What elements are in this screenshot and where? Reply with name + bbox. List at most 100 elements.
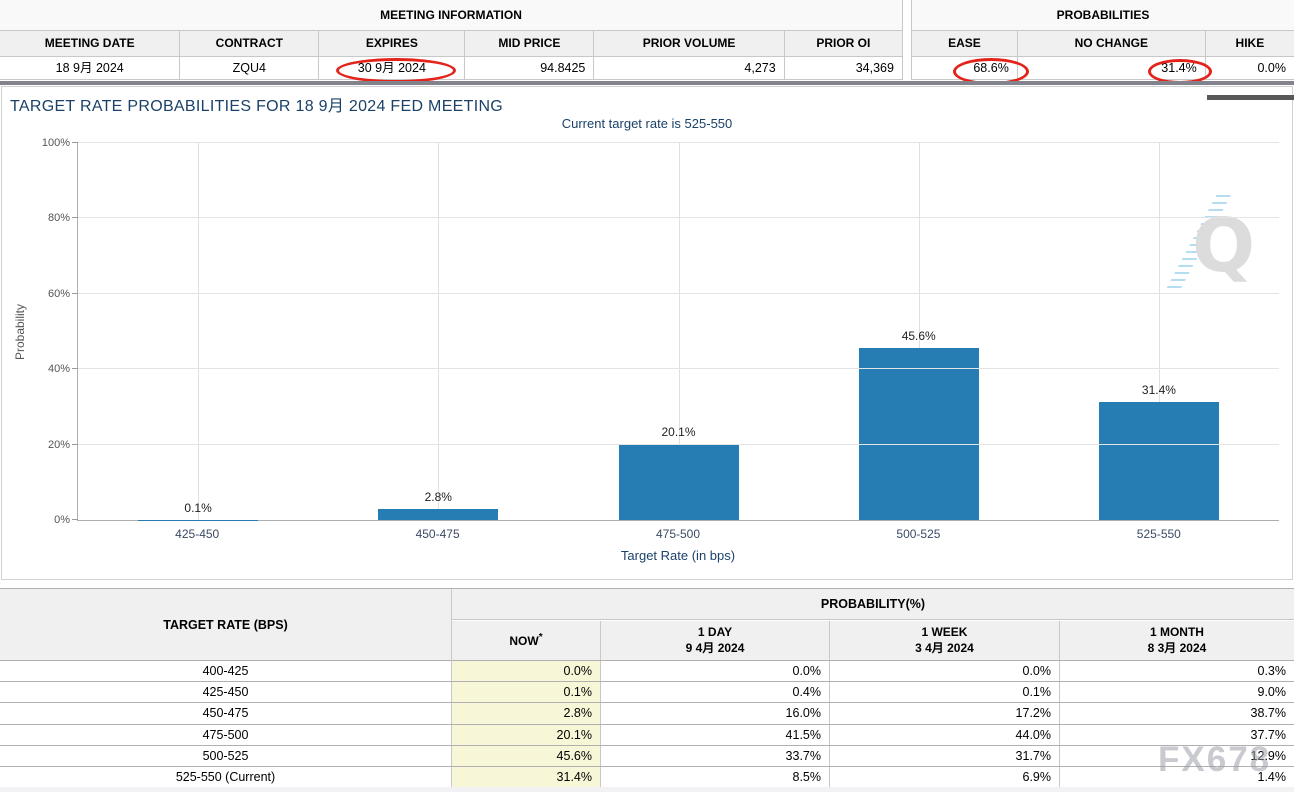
x-tick-label-525-550: 525-550 [1039, 527, 1279, 541]
probabilities-headers: EASENO CHANGEHIKE [912, 31, 1294, 57]
bar-475-500[interactable] [619, 444, 739, 520]
bar-slot-500-525: 45.6% [799, 143, 1039, 520]
bar-value-label: 2.8% [318, 490, 558, 504]
table-row-450-475: 450-4752.8%16.0%17.2%38.7% [0, 703, 1294, 724]
x-axis-title: Target Rate (in bps) [77, 548, 1279, 563]
prob-cell-0: 2.8% [452, 703, 601, 723]
prob-cell-2: 0.1% [830, 682, 1060, 702]
history-col-now: NOW* [452, 621, 601, 660]
table-row-500-525: 500-52545.6%33.7%31.7%12.9% [0, 746, 1294, 767]
prob-cell-0: 20.1% [452, 725, 601, 745]
mi-col-prior-oi: PRIOR OI [785, 31, 902, 56]
prob-cell-2: 17.2% [830, 703, 1060, 723]
prob-cell-0: 0.1% [452, 682, 601, 702]
mi-col-contract: CONTRACT [180, 31, 319, 56]
meeting-information-values: 18 9月 2024ZQU430 9月 202494.84254,27334,3… [0, 57, 902, 80]
mi-value-5: 34,369 [785, 57, 902, 79]
y-tick-label-80: 80% [12, 212, 70, 224]
x-tick-label-425-450: 425-450 [77, 527, 317, 541]
y-tick-0 [72, 519, 78, 520]
mi-col-prior-volume: PRIOR VOLUME [594, 31, 784, 56]
prob-cell-0: 0.0% [452, 661, 601, 681]
mi-value-0: 18 9月 2024 [0, 57, 180, 79]
prob-col-hike: HIKE [1206, 31, 1294, 56]
prob-cell-2: 44.0% [830, 725, 1060, 745]
prob-cell-2: 31.7% [830, 746, 1060, 766]
y-tick-60 [72, 293, 78, 294]
x-tick-label-500-525: 500-525 [798, 527, 1038, 541]
prob-cell-3: 38.7% [1060, 703, 1294, 723]
prob-col-no-change: NO CHANGE [1018, 31, 1206, 56]
y-tick-label-60: 60% [12, 288, 70, 300]
prob-cell-0: 45.6% [452, 746, 601, 766]
prob-cell-0: 31.4% [452, 767, 601, 787]
prob-cell-3: 9.0% [1060, 682, 1294, 702]
gridline-40 [78, 368, 1279, 369]
bar-slot-450-475: 2.8% [318, 143, 558, 520]
rate-cell: 425-450 [0, 682, 452, 702]
table-row-400-425: 400-4250.0%0.0%0.0%0.3% [0, 661, 1294, 682]
history-rows: 400-4250.0%0.0%0.0%0.3%425-4500.1%0.4%0.… [0, 661, 1294, 788]
prob-cell-3: 0.3% [1060, 661, 1294, 681]
bar-525-550[interactable] [1099, 402, 1219, 520]
mi-col-mid-price: MID PRICE [465, 31, 594, 56]
target-rate-chart-panel: TARGET RATE PROBABILITIES FOR 18 9月 2024… [1, 86, 1293, 580]
meeting-information-table: MEETING INFORMATION MEETING DATECONTRACT… [0, 0, 903, 80]
table-footer-strip [0, 787, 1294, 792]
probability-history-table: TARGET RATE (BPS) PROBABILITY(%) NOW*1 D… [0, 588, 1294, 792]
prob-cell-2: 0.0% [830, 661, 1060, 681]
probabilities-title: PROBABILITIES [912, 0, 1294, 31]
plot-area: Q 0.1%2.8%20.1%45.6%31.4% 0%20%40%60%80%… [77, 143, 1279, 521]
y-axis-title: Probability [13, 304, 27, 360]
x-tick-label-450-475: 450-475 [317, 527, 557, 541]
y-tick-label-20: 20% [12, 439, 70, 451]
mi-value-2: 30 9月 2024 [319, 57, 465, 79]
table-row-525-550-(Current): 525-550 (Current)31.4%8.5%6.9%1.4% [0, 767, 1294, 788]
section-divider [0, 81, 1294, 85]
mi-col-expires: EXPIRES [319, 31, 465, 56]
bar-value-label: 45.6% [799, 329, 1039, 343]
prob-value-1: 31.4% [1018, 57, 1206, 79]
rate-cell: 475-500 [0, 725, 452, 745]
probabilities-values: 68.6%31.4%0.0% [912, 57, 1294, 80]
probabilities-table: PROBABILITIES EASENO CHANGEHIKE 68.6%31.… [911, 0, 1294, 80]
prob-cell-1: 0.0% [601, 661, 830, 681]
history-col-1-month: 1 MONTH8 3月 2024 [1060, 621, 1294, 660]
fx678-watermark: FX678 [1158, 740, 1271, 780]
mi-value-1: ZQU4 [180, 57, 319, 79]
bar-value-label: 20.1% [558, 425, 798, 439]
bar-slot-525-550: 31.4% [1039, 143, 1279, 520]
bar-slot-425-450: 0.1% [78, 143, 318, 520]
rate-cell: 525-550 (Current) [0, 767, 452, 787]
y-tick-100 [72, 142, 78, 143]
category-gridline [438, 143, 439, 520]
meeting-information-title: MEETING INFORMATION [0, 0, 902, 31]
y-tick-20 [72, 444, 78, 445]
prob-cell-1: 33.7% [601, 746, 830, 766]
y-tick-label-0: 0% [12, 514, 70, 526]
target-rate-bps-header: TARGET RATE (BPS) [0, 589, 452, 661]
y-tick-80 [72, 217, 78, 218]
history-col-1-week: 1 WEEK3 4月 2024 [830, 621, 1060, 660]
bar-500-525[interactable] [859, 348, 979, 520]
mi-col-meeting-date: MEETING DATE [0, 31, 180, 56]
prob-cell-1: 16.0% [601, 703, 830, 723]
history-col-1-day: 1 DAY9 4月 2024 [601, 621, 830, 660]
bar-series: 0.1%2.8% 20.1% 45.6%31.4% [78, 143, 1279, 520]
chart-title: TARGET RATE PROBABILITIES FOR 18 9月 2024… [10, 92, 503, 116]
gridline-60 [78, 293, 1279, 294]
prob-value-0: 68.6% [912, 57, 1018, 79]
bar-value-label: 0.1% [78, 501, 318, 515]
prob-cell-2: 6.9% [830, 767, 1060, 787]
meeting-information-headers: MEETING DATECONTRACTEXPIRESMID PRICEPRIO… [0, 31, 902, 57]
prob-value-2: 0.0% [1206, 57, 1294, 79]
bar-450-475[interactable] [378, 509, 498, 520]
chart-subtitle: Current target rate is 525-550 [2, 116, 1292, 131]
prob-cell-1: 8.5% [601, 767, 830, 787]
probability-group-header: PROBABILITY(%) [452, 589, 1294, 620]
x-axis-tick-labels: 425-450450-475475-500500-525525-550 [77, 527, 1279, 541]
prob-col-ease: EASE [912, 31, 1018, 56]
gridline-20 [78, 444, 1279, 445]
mi-value-3: 94.8425 [465, 57, 594, 79]
gridline-100 [78, 142, 1279, 143]
